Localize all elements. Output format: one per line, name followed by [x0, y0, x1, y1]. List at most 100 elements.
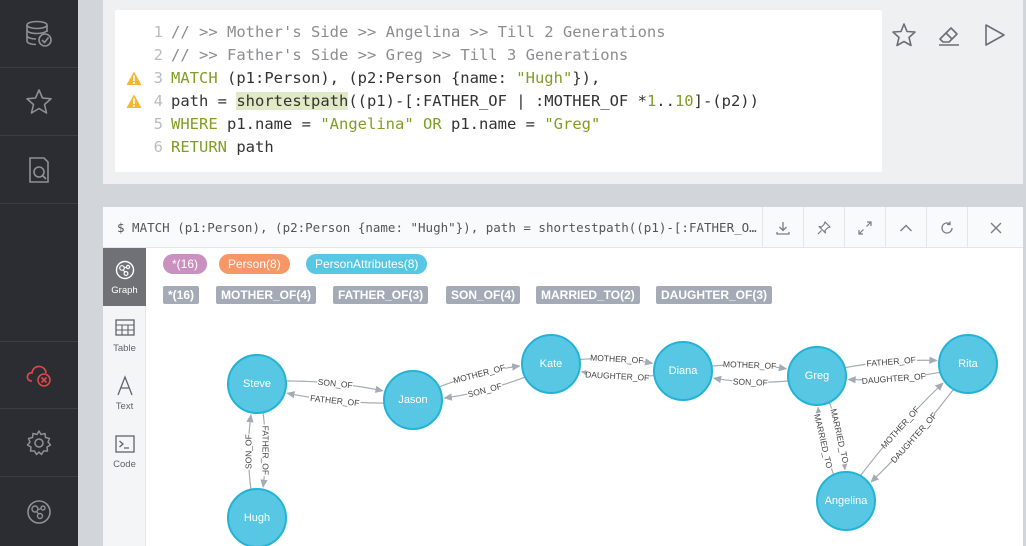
graph-node-label: Angelina	[825, 495, 869, 507]
sidebar-item-settings[interactable]	[0, 409, 78, 477]
relationship-label[interactable]: MOTHER_OF	[723, 359, 777, 371]
tab-text-label: Text	[115, 400, 134, 412]
line-number: 1	[153, 23, 163, 41]
code-token: WHERE	[171, 115, 218, 133]
code-token: path =	[171, 92, 237, 110]
eraser-icon	[939, 27, 959, 46]
code-token: "Greg"	[544, 115, 601, 133]
relationship-label[interactable]: FATHER_OF	[866, 355, 916, 369]
code-token: ((p1)-[:FATHER_OF | :MOTHER_OF *	[348, 92, 647, 110]
editor-actions	[889, 20, 1013, 50]
neo4j-logo-icon	[27, 499, 51, 524]
graph-node-label: Rita	[958, 358, 978, 370]
code-token: // >> Mother's Side >> Angelina >> Till …	[171, 23, 666, 41]
frame-title[interactable]: $ MATCH (p1:Person), (p2:Person {name: "…	[117, 207, 757, 248]
graph-node-label: Jason	[398, 394, 427, 406]
graph-node-label: Hugh	[244, 512, 270, 524]
view-tabs: Graph Table Text Code	[103, 248, 146, 546]
code-line[interactable]: 2 // >> Father's Side >> Greg >> Till 3 G…	[115, 44, 882, 67]
warning-icon[interactable]	[126, 71, 142, 86]
collapse-button[interactable]	[885, 207, 926, 248]
code-text: path = shortestpath((p1)-[:FATHER_OF | :…	[171, 90, 759, 113]
sidebar-item-about[interactable]	[0, 477, 78, 546]
relationship-label[interactable]: SON_OF	[467, 381, 503, 399]
rel-tag-all[interactable]: *(16)	[163, 286, 200, 304]
code-token: // >> Father's Side >> Greg >> Till 3 Ge…	[171, 46, 629, 64]
code-text: WHERE p1.name = "Angelina" OR p1.name = …	[171, 113, 600, 136]
code-token: OR	[423, 115, 442, 133]
node-tag-person-attributes[interactable]: PersonAttributes(8)	[306, 254, 428, 274]
sidebar-item-documents[interactable]	[0, 136, 78, 204]
code-token: 10	[674, 92, 694, 110]
rel-tag-married-to[interactable]: MARRIED_TO(2)	[536, 286, 640, 304]
relationship-label[interactable]: DAUGHTER_OF	[585, 369, 650, 382]
download-icon	[776, 221, 790, 235]
node-tag-person[interactable]: Person(8)	[219, 254, 290, 274]
rel-tag-son-of[interactable]: SON_OF(4)	[446, 286, 521, 304]
code-token: 1	[646, 92, 657, 110]
tab-graph[interactable]: Graph	[103, 248, 146, 306]
warning-icon[interactable]	[126, 94, 142, 109]
code-token: ..	[656, 92, 675, 110]
clear-button[interactable]	[934, 20, 964, 50]
sidebar	[0, 0, 78, 546]
relationship-label[interactable]: FATHER_OF	[261, 426, 271, 475]
refresh-icon	[941, 221, 953, 234]
rel-tag-father-of[interactable]: FATHER_OF(3)	[333, 286, 429, 304]
code-line[interactable]: 6 RETURN path	[115, 136, 882, 159]
query-editor-panel: 1 // >> Mother's Side >> Angelina >> Till…	[103, 0, 1023, 184]
sidebar-item-favorites[interactable]	[0, 68, 78, 136]
sidebar-item-connection[interactable]	[0, 341, 78, 409]
line-number: 2	[153, 46, 163, 64]
close-frame-button[interactable]	[967, 207, 1023, 248]
code-token: p1.name =	[217, 115, 321, 133]
code-token: "Angelina"	[320, 115, 414, 133]
graph-node-label: Diana	[669, 365, 699, 377]
tab-code[interactable]: Code	[103, 422, 146, 480]
rel-tag-daughter-of[interactable]: DAUGHTER_OF(3)	[656, 286, 773, 304]
node-tag-all[interactable]: *(16)	[163, 254, 208, 274]
tab-text[interactable]: Text	[103, 364, 146, 422]
star-icon	[892, 23, 916, 47]
rel-tag-mother-of[interactable]: MOTHER_OF(4)	[216, 286, 316, 304]
query-editor[interactable]: 1 // >> Mother's Side >> Angelina >> Till…	[115, 10, 882, 172]
tab-graph-label: Graph	[111, 284, 138, 296]
fullscreen-button[interactable]	[844, 207, 885, 248]
code-text: RETURN path	[171, 136, 274, 159]
favorite-button[interactable]	[889, 20, 919, 50]
run-button[interactable]	[979, 20, 1009, 50]
relationship-label[interactable]: SON_OF	[733, 376, 768, 387]
code-token: ]-(p2))	[693, 92, 759, 110]
code-token: RETURN	[171, 138, 227, 156]
code-token: MATCH	[171, 69, 218, 87]
database-icon	[26, 20, 52, 47]
pin-button[interactable]	[803, 207, 844, 248]
line-number: 3	[153, 69, 163, 87]
code-token: path	[227, 138, 274, 156]
graph-icon	[115, 260, 134, 279]
code-line[interactable]: 1 // >> Mother's Side >> Angelina >> Till…	[115, 21, 882, 44]
code-token: }),	[572, 69, 601, 87]
relationship-label[interactable]: SON_OF	[317, 377, 353, 391]
pin-icon	[817, 220, 831, 234]
gear-icon	[26, 429, 52, 455]
graph-canvas[interactable]: SON_OF FATHER_OF MOTHER_OF SON_OF DAUGHTER_O…	[146, 309, 1023, 546]
code-line[interactable]: 5 WHERE p1.name = "Angelina" OR p1.name =…	[115, 113, 882, 136]
code-line[interactable]: 4 path = shortestpath((p1)-[:FATHER_OF | …	[115, 90, 882, 113]
document-search-icon	[29, 156, 49, 183]
line-number: 6	[153, 138, 163, 156]
tab-code-label: Code	[113, 458, 136, 470]
terminal-icon	[114, 434, 135, 453]
rerun-button[interactable]	[926, 207, 967, 248]
tab-table[interactable]: Table	[103, 306, 146, 364]
text-icon	[116, 374, 133, 395]
code-line[interactable]: 3 MATCH (p1:Person), (p2:Person {name: "H…	[115, 67, 882, 90]
chevron-up-icon	[900, 224, 912, 231]
sidebar-item-database[interactable]	[0, 0, 78, 68]
graph-node-label: Kate	[540, 358, 563, 370]
table-icon	[114, 318, 135, 336]
download-button[interactable]	[762, 207, 803, 248]
cloud-disconnected-icon	[26, 365, 51, 387]
relationship-label[interactable]: SON_OF	[243, 434, 253, 469]
